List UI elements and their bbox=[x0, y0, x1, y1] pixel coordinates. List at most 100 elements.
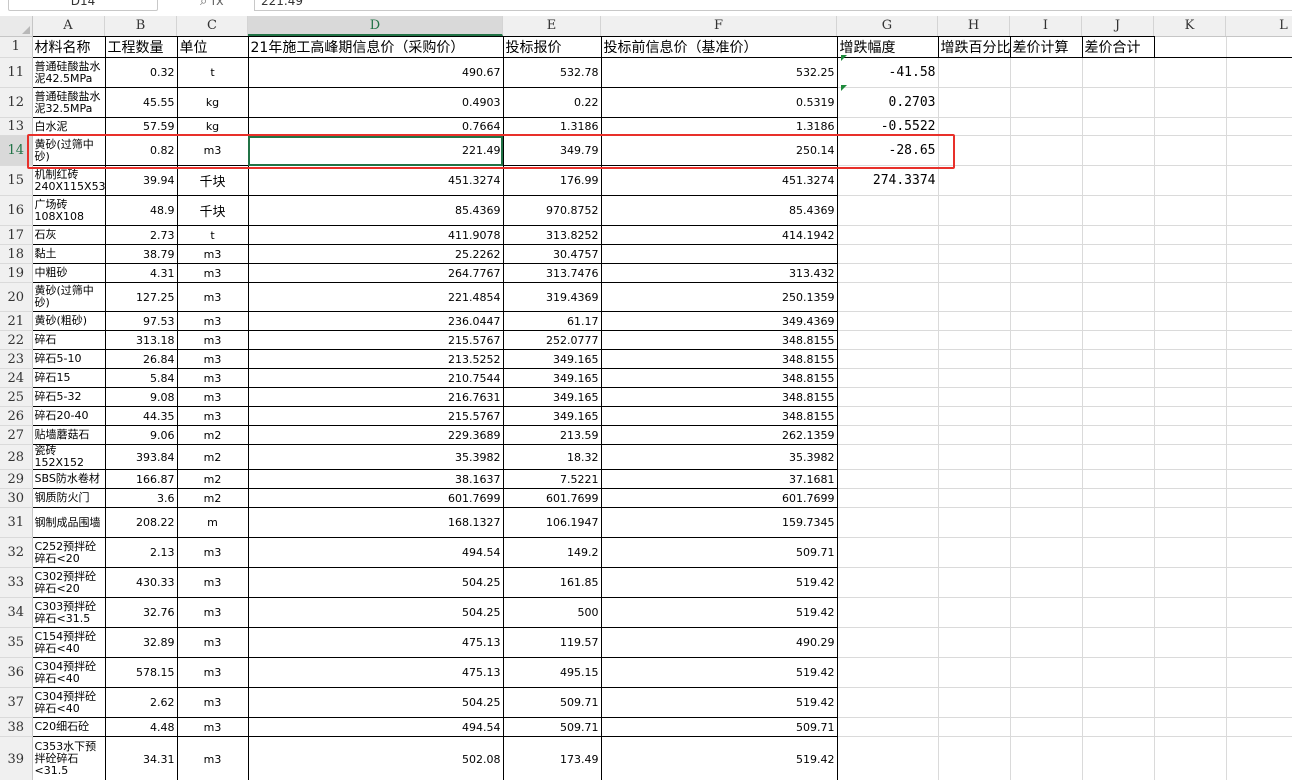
formula-input[interactable]: 221.49 bbox=[254, 0, 1292, 11]
change-cell[interactable] bbox=[837, 736, 939, 780]
peak-price-cell[interactable]: 490.67 bbox=[247, 57, 504, 88]
empty-cell[interactable] bbox=[1082, 687, 1155, 718]
bid-price-cell[interactable]: 509.71 bbox=[502, 687, 602, 718]
base-price-cell[interactable] bbox=[600, 244, 838, 264]
empty-cell[interactable] bbox=[1010, 330, 1083, 350]
empty-cell[interactable] bbox=[1010, 117, 1083, 136]
base-price-cell[interactable]: 519.42 bbox=[600, 736, 838, 780]
peak-price-cell[interactable]: 451.3274 bbox=[247, 165, 504, 196]
row-header[interactable]: 30 bbox=[0, 488, 33, 508]
empty-cell[interactable] bbox=[938, 135, 1011, 166]
header-cell-b[interactable]: 工程数量 bbox=[104, 36, 178, 58]
unit-cell[interactable]: m bbox=[176, 507, 249, 538]
change-cell[interactable]: -41.58 bbox=[837, 57, 939, 88]
quantity-cell[interactable]: 430.33 bbox=[104, 567, 178, 598]
empty-cell[interactable] bbox=[1082, 244, 1155, 264]
empty-cell[interactable] bbox=[1226, 444, 1292, 470]
column-header-b[interactable]: B bbox=[105, 16, 177, 36]
empty-cell[interactable] bbox=[1010, 567, 1083, 598]
quantity-cell[interactable]: 3.6 bbox=[104, 488, 178, 508]
material-name-cell[interactable]: 白水泥 bbox=[31, 117, 106, 136]
base-price-cell[interactable]: 519.42 bbox=[600, 687, 838, 718]
peak-price-cell[interactable]: 85.4369 bbox=[247, 195, 504, 226]
material-name-cell[interactable]: 机制红砖240X115X53 bbox=[31, 165, 106, 196]
material-name-cell[interactable]: C353水下预拌砼碎石<31.5 bbox=[31, 736, 106, 780]
empty-cell[interactable] bbox=[938, 87, 1011, 118]
change-cell[interactable] bbox=[837, 537, 939, 568]
change-cell[interactable] bbox=[837, 406, 939, 426]
empty-cell[interactable] bbox=[1226, 469, 1292, 489]
bid-price-cell[interactable]: 349.165 bbox=[502, 406, 602, 426]
material-name-cell[interactable]: 中粗砂 bbox=[31, 263, 106, 283]
material-name-cell[interactable]: 碎石 bbox=[31, 330, 106, 350]
empty-cell[interactable] bbox=[1154, 425, 1227, 445]
empty-cell[interactable] bbox=[1082, 263, 1155, 283]
change-cell[interactable] bbox=[837, 444, 939, 470]
row-header[interactable]: 18 bbox=[0, 244, 33, 264]
unit-cell[interactable]: m3 bbox=[176, 736, 249, 780]
empty-cell[interactable] bbox=[938, 330, 1011, 350]
change-cell[interactable] bbox=[837, 225, 939, 245]
peak-price-cell[interactable]: 0.4903 bbox=[247, 87, 504, 118]
bid-price-cell[interactable]: 349.165 bbox=[502, 349, 602, 369]
empty-cell[interactable] bbox=[1154, 406, 1227, 426]
empty-cell[interactable] bbox=[938, 736, 1011, 780]
bid-price-cell[interactable]: 495.15 bbox=[502, 657, 602, 688]
empty-cell[interactable] bbox=[938, 507, 1011, 538]
quantity-cell[interactable]: 38.79 bbox=[104, 244, 178, 264]
empty-cell[interactable] bbox=[938, 469, 1011, 489]
change-cell[interactable] bbox=[837, 657, 939, 688]
peak-price-cell[interactable]: 213.5252 bbox=[247, 349, 504, 369]
peak-price-cell[interactable]: 25.2262 bbox=[247, 244, 504, 264]
empty-cell[interactable] bbox=[1154, 165, 1227, 196]
change-cell[interactable] bbox=[837, 195, 939, 226]
empty-cell[interactable] bbox=[1010, 349, 1083, 369]
material-name-cell[interactable]: SBS防水卷材 bbox=[31, 469, 106, 489]
empty-cell[interactable] bbox=[1226, 135, 1292, 166]
material-name-cell[interactable]: 碎石5-32 bbox=[31, 387, 106, 407]
empty-cell[interactable] bbox=[1010, 225, 1083, 245]
unit-cell[interactable]: m3 bbox=[176, 263, 249, 283]
empty-cell[interactable] bbox=[938, 597, 1011, 628]
column-header-i[interactable]: I bbox=[1010, 16, 1082, 36]
quantity-cell[interactable]: 5.84 bbox=[104, 368, 178, 388]
base-price-cell[interactable]: 37.1681 bbox=[600, 469, 838, 489]
empty-cell[interactable] bbox=[1082, 117, 1155, 136]
row-header[interactable]: 26 bbox=[0, 406, 33, 426]
column-header-g[interactable]: G bbox=[837, 16, 938, 36]
header-cell-f[interactable]: 投标前信息价（基准价） bbox=[600, 36, 838, 58]
column-header-e[interactable]: E bbox=[503, 16, 601, 36]
empty-cell[interactable] bbox=[1082, 597, 1155, 628]
base-price-cell[interactable]: 451.3274 bbox=[600, 165, 838, 196]
change-cell[interactable] bbox=[837, 469, 939, 489]
empty-cell[interactable] bbox=[1226, 567, 1292, 598]
peak-price-cell[interactable]: 210.7544 bbox=[247, 368, 504, 388]
empty-cell[interactable] bbox=[1082, 349, 1155, 369]
bid-price-cell[interactable]: 970.8752 bbox=[502, 195, 602, 226]
bid-price-cell[interactable]: 173.49 bbox=[502, 736, 602, 780]
empty-cell[interactable] bbox=[1226, 282, 1292, 312]
empty-cell[interactable] bbox=[938, 165, 1011, 196]
empty-cell[interactable] bbox=[938, 488, 1011, 508]
base-price-cell[interactable]: 35.3982 bbox=[600, 444, 838, 470]
row-header[interactable]: 31 bbox=[0, 507, 33, 538]
unit-cell[interactable]: m3 bbox=[176, 387, 249, 407]
header-cell-a[interactable]: 材料名称 bbox=[31, 36, 106, 58]
empty-cell[interactable] bbox=[1154, 368, 1227, 388]
row-header[interactable]: 27 bbox=[0, 425, 33, 445]
change-cell[interactable] bbox=[837, 263, 939, 283]
empty-cell[interactable] bbox=[1082, 444, 1155, 470]
bid-price-cell[interactable]: 601.7699 bbox=[502, 488, 602, 508]
material-name-cell[interactable]: 石灰 bbox=[31, 225, 106, 245]
empty-cell[interactable] bbox=[938, 537, 1011, 568]
row-header[interactable]: 23 bbox=[0, 349, 33, 369]
empty-cell[interactable] bbox=[1010, 195, 1083, 226]
bid-price-cell[interactable]: 500 bbox=[502, 597, 602, 628]
empty-cell[interactable] bbox=[1010, 444, 1083, 470]
unit-cell[interactable]: m2 bbox=[176, 488, 249, 508]
bid-price-cell[interactable]: 7.5221 bbox=[502, 469, 602, 489]
bid-price-cell[interactable]: 313.7476 bbox=[502, 263, 602, 283]
column-header-a[interactable]: A bbox=[32, 16, 105, 36]
base-price-cell[interactable]: 250.1359 bbox=[600, 282, 838, 312]
unit-cell[interactable]: m3 bbox=[176, 368, 249, 388]
